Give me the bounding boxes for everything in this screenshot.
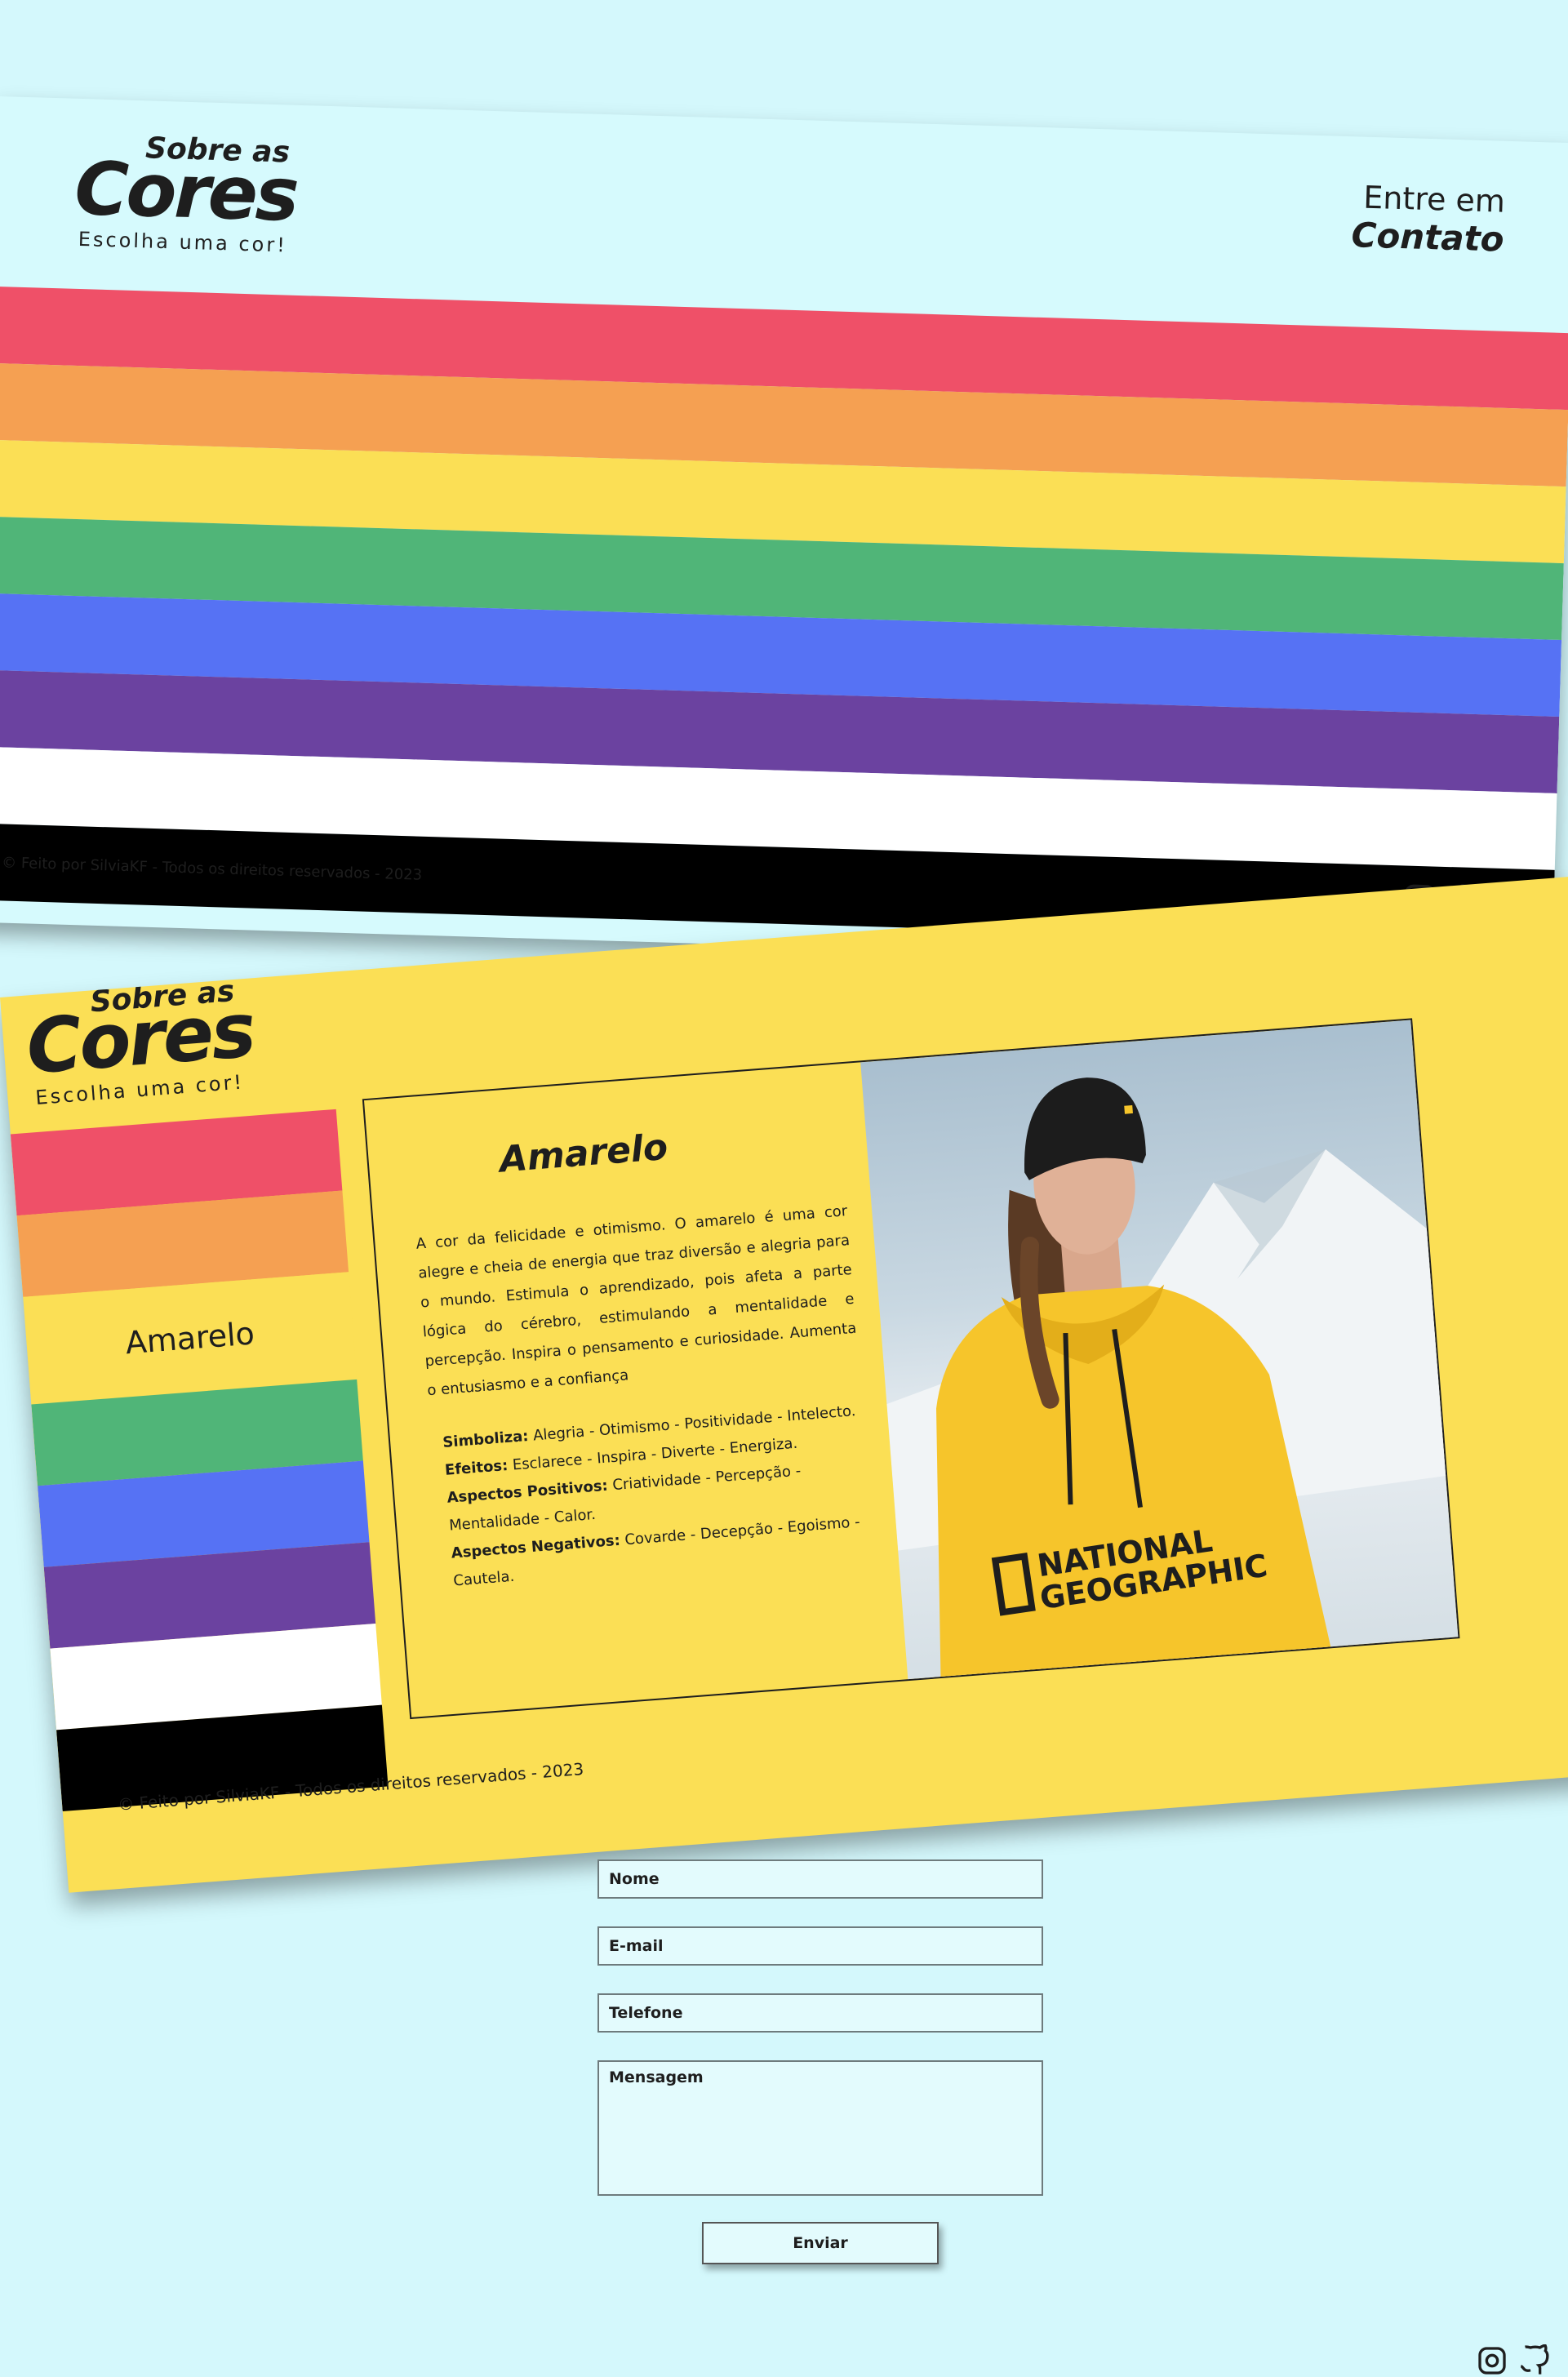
photo-illustration: NATIONAL GEOGRAPHIC <box>886 1077 1450 1681</box>
contact-form: Enviar <box>597 1859 1043 2264</box>
email-input[interactable] <box>597 1926 1043 1966</box>
site-logo-amarelo[interactable]: Sobre as Cores Escolha uma cor! <box>22 974 257 1113</box>
logo-big-text: Cores <box>73 145 298 238</box>
home-page-screenshot: Sobre as Cores Escolha uma cor! Entre em… <box>0 96 1568 969</box>
contact-link-line2: Contato <box>1350 215 1505 260</box>
color-title: Amarelo <box>498 1126 669 1181</box>
attr-label: Simboliza: <box>442 1427 530 1451</box>
attr-label: Efeitos: <box>444 1456 509 1479</box>
message-textarea[interactable] <box>597 2060 1043 2196</box>
peek-social-icons <box>1476 2344 1551 2377</box>
github-icon[interactable] <box>1518 2344 1551 2377</box>
color-info-text: Amarelo A cor da felicidade e otimismo. … <box>408 1113 874 1596</box>
side-color-menu: Amarelo <box>10 1109 389 1812</box>
name-input[interactable] <box>597 1859 1043 1899</box>
site-logo[interactable]: Sobre as Cores Escolha uma cor! <box>73 130 298 256</box>
color-info-panel: Amarelo A cor da felicidade e otimismo. … <box>362 1018 1460 1720</box>
contact-link[interactable]: Entre em Contato <box>1351 179 1506 260</box>
amarelo-page-screenshot: Sobre as Cores Escolha uma cor! Amarelo … <box>0 876 1568 1893</box>
color-description: A cor da felicidade e otimismo. O amarel… <box>415 1202 857 1400</box>
phone-input[interactable] <box>597 1993 1043 2033</box>
model-photo: NATIONAL GEOGRAPHIC <box>860 1020 1460 1683</box>
submit-button[interactable]: Enviar <box>702 2222 939 2264</box>
contact-link-line1: Entre em <box>1362 179 1506 220</box>
instagram-icon[interactable] <box>1476 2344 1508 2377</box>
active-color-label: Amarelo <box>124 1315 256 1362</box>
color-stripes <box>0 286 1568 947</box>
